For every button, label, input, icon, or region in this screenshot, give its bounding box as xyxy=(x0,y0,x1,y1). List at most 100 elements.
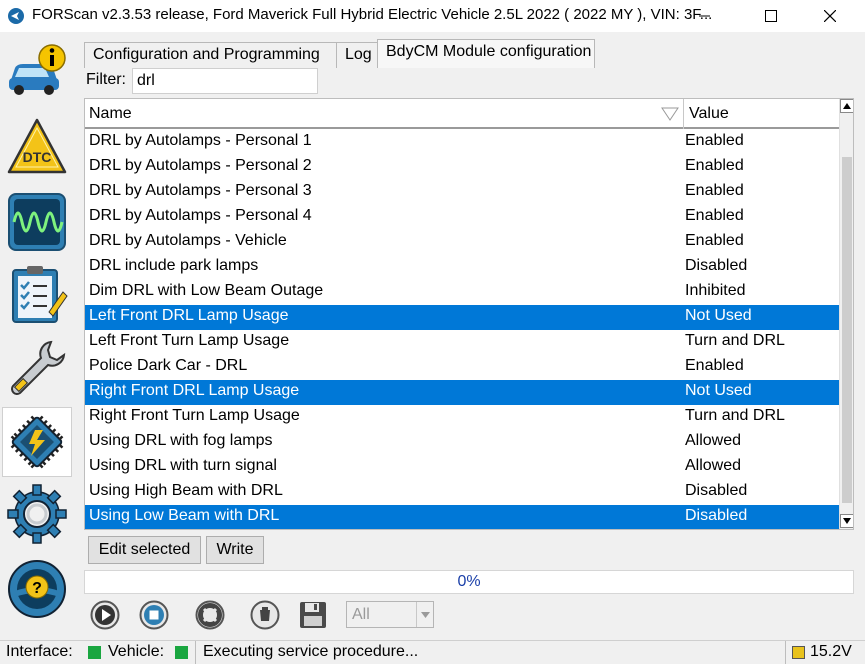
status-bar: Interface: Vehicle: Executing service pr… xyxy=(0,640,865,664)
sidebar-service[interactable] xyxy=(2,333,72,403)
cell-name: DRL by Autolamps - Personal 4 xyxy=(89,207,312,224)
cell-name: DRL by Autolamps - Personal 2 xyxy=(89,157,312,174)
window-title: FORScan v2.3.53 release, Ford Maverick F… xyxy=(32,6,713,23)
run-button[interactable] xyxy=(88,598,122,632)
cell-value: Not Used xyxy=(685,307,752,324)
interface-label: Interface: xyxy=(6,643,73,660)
table-row[interactable]: Right Front DRL Lamp Usage Not Used xyxy=(85,380,839,405)
support-button[interactable] xyxy=(193,598,227,632)
filter-input[interactable] xyxy=(132,68,318,94)
sidebar-oscilloscope[interactable] xyxy=(2,187,72,257)
grid-header: Name Value xyxy=(85,99,839,129)
cell-name: DRL by Autolamps - Personal 3 xyxy=(89,182,312,199)
sidebar-settings[interactable] xyxy=(2,479,72,549)
table-row[interactable]: Police Dark Car - DRL Enabled xyxy=(85,355,839,380)
scroll-up-button[interactable] xyxy=(840,99,853,113)
filter-select-value: All xyxy=(352,606,370,623)
cell-value: Disabled xyxy=(685,482,748,499)
tab-log[interactable]: Log xyxy=(336,42,378,68)
maximize-button[interactable] xyxy=(748,0,794,32)
filter-label: Filter: xyxy=(86,71,126,88)
sidebar-dtc[interactable]: DTC xyxy=(2,113,72,183)
clear-icon xyxy=(250,600,280,630)
cell-name: Left Front DRL Lamp Usage xyxy=(89,307,289,324)
column-header-value[interactable]: Value xyxy=(689,105,729,123)
table-row[interactable]: Dim DRL with Low Beam Outage Inhibited xyxy=(85,280,839,305)
cell-name: Left Front Turn Lamp Usage xyxy=(89,332,290,349)
minimize-button[interactable] xyxy=(682,0,728,32)
save-icon xyxy=(300,602,326,628)
table-row[interactable]: Using DRL with turn signal Allowed xyxy=(85,455,839,480)
svg-text:DTC: DTC xyxy=(23,149,52,165)
status-message-pane: Executing service procedure... xyxy=(196,641,786,664)
tab-configuration-and-programming[interactable]: Configuration and Programming xyxy=(84,42,337,68)
table-row[interactable]: DRL by Autolamps - Personal 4 Enabled xyxy=(85,205,839,230)
vehicle-info-icon xyxy=(9,44,66,95)
sidebar-checklist[interactable] xyxy=(2,259,72,329)
cell-name: Using High Beam with DRL xyxy=(89,482,283,499)
battery-voltage: 15.2V xyxy=(810,643,852,660)
cell-value: Inhibited xyxy=(685,282,746,299)
cell-name: DRL by Autolamps - Vehicle xyxy=(89,232,287,249)
cell-value: Enabled xyxy=(685,182,744,199)
table-row[interactable]: DRL include park lamps Disabled xyxy=(85,255,839,280)
stop-icon xyxy=(139,600,169,630)
cell-name: Police Dark Car - DRL xyxy=(89,357,248,374)
help-question-mark: ? xyxy=(32,580,42,597)
filter-select[interactable]: All xyxy=(346,601,434,628)
status-voltage-pane: 15.2V xyxy=(786,641,865,664)
table-row[interactable]: Left Front DRL Lamp Usage Not Used xyxy=(85,305,839,330)
title-bar: FORScan v2.3.53 release, Ford Maverick F… xyxy=(0,0,865,32)
table-row[interactable]: Using High Beam with DRL Disabled xyxy=(85,480,839,505)
clear-button[interactable] xyxy=(248,598,282,632)
left-toolbar: DTC ? xyxy=(0,32,74,640)
column-header-name[interactable]: Name xyxy=(89,105,132,123)
cell-value: Disabled xyxy=(685,507,748,524)
table-row[interactable]: Right Front Turn Lamp Usage Turn and DRL xyxy=(85,405,839,430)
column-separator[interactable] xyxy=(683,99,684,129)
vertical-scrollbar[interactable] xyxy=(839,99,853,529)
chevron-down-icon xyxy=(416,602,433,627)
wrench-icon xyxy=(11,340,66,395)
cell-value: Not Used xyxy=(685,382,752,399)
cell-value: Disabled xyxy=(685,257,748,274)
table-row[interactable]: DRL by Autolamps - Personal 2 Enabled xyxy=(85,155,839,180)
interface-status-indicator xyxy=(88,646,101,659)
cell-value: Turn and DRL xyxy=(685,407,785,424)
sort-indicator-icon xyxy=(661,107,679,121)
parameters-grid: Name Value DRL by Autolamps - Personal 1… xyxy=(84,98,854,530)
scroll-down-button[interactable] xyxy=(840,514,853,528)
table-row[interactable]: Using Low Beam with DRL Disabled xyxy=(85,505,839,529)
cell-name: Right Front DRL Lamp Usage xyxy=(89,382,300,399)
settings-gear-icon xyxy=(7,484,67,544)
voltage-indicator xyxy=(792,646,805,659)
cell-value: Enabled xyxy=(685,157,744,174)
save-button[interactable] xyxy=(296,598,330,632)
sidebar-module-config[interactable] xyxy=(2,407,72,477)
table-row[interactable]: Left Front Turn Lamp Usage Turn and DRL xyxy=(85,330,839,355)
edit-selected-button[interactable]: Edit selected xyxy=(88,536,201,564)
sidebar-vehicle-info[interactable] xyxy=(2,37,72,107)
table-row[interactable]: DRL by Autolamps - Vehicle Enabled xyxy=(85,230,839,255)
lifebuoy-icon xyxy=(195,600,225,630)
cell-name: Using Low Beam with DRL xyxy=(89,507,280,524)
stop-button[interactable] xyxy=(137,598,171,632)
table-row[interactable]: DRL by Autolamps - Personal 1 Enabled xyxy=(85,130,839,155)
close-button[interactable] xyxy=(807,0,853,32)
tab-bdycm-module-configuration[interactable]: BdyCM Module configuration xyxy=(377,39,595,68)
cell-value: Allowed xyxy=(685,457,742,474)
forscan-window: FORScan v2.3.53 release, Ford Maverick F… xyxy=(0,0,865,664)
grid-rows: DRL by Autolamps - Personal 1 Enabled DRL … xyxy=(85,130,839,529)
sidebar-help[interactable]: ? xyxy=(2,554,72,624)
cell-name: Using DRL with fog lamps xyxy=(89,432,273,449)
write-button[interactable]: Write xyxy=(206,536,264,564)
progress-text: 0% xyxy=(457,573,481,590)
table-row[interactable]: Using DRL with fog lamps Allowed xyxy=(85,430,839,455)
scroll-thumb[interactable] xyxy=(842,157,852,503)
status-connection: Interface: Vehicle: xyxy=(0,641,196,664)
forscan-app-icon xyxy=(8,8,24,24)
dtc-icon: DTC xyxy=(7,118,67,174)
table-row[interactable]: DRL by Autolamps - Personal 3 Enabled xyxy=(85,180,839,205)
play-icon xyxy=(90,600,120,630)
status-message: Executing service procedure... xyxy=(203,643,419,660)
